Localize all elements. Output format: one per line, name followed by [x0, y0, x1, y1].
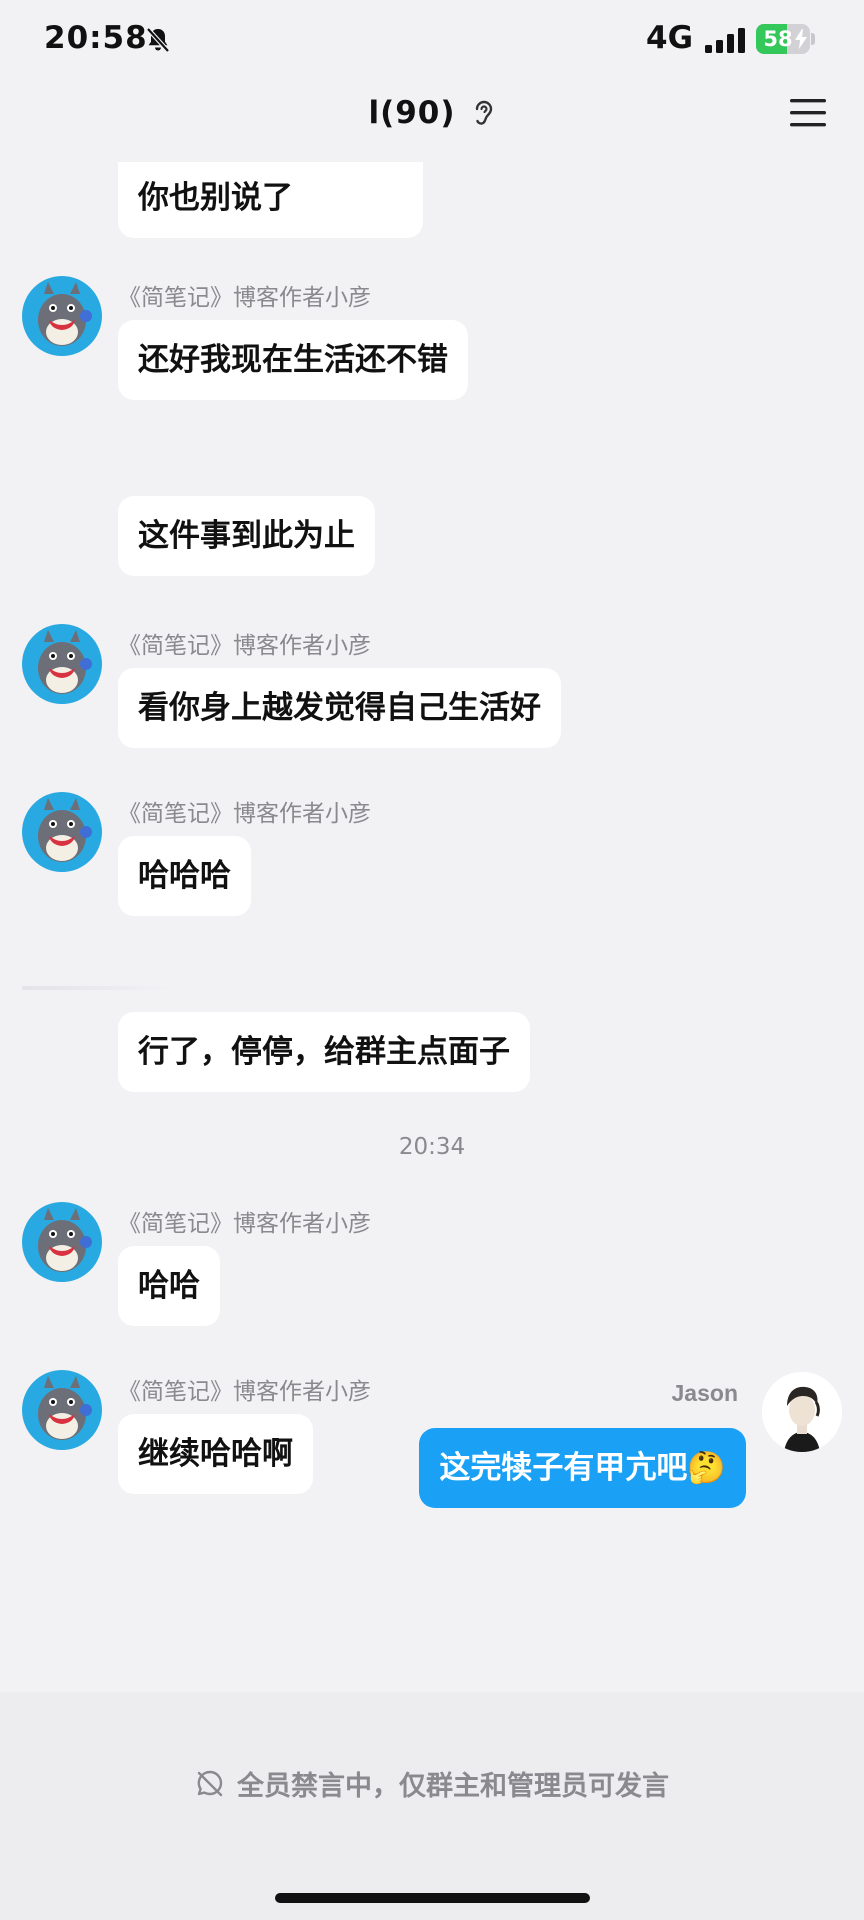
person-avatar-icon: [762, 1372, 842, 1452]
message-bubble[interactable]: 继续哈哈啊: [118, 1414, 313, 1494]
status-bar: 20:58 4G 58: [0, 0, 864, 80]
battery-icon: 58: [756, 24, 810, 54]
input-area: 全员禁言中，仅群主和管理员可发言: [0, 1692, 864, 1920]
avatar[interactable]: [22, 1370, 102, 1450]
message-bubble[interactable]: 行了，停停，给群主点面子: [118, 1012, 530, 1092]
avatar[interactable]: [22, 1202, 102, 1282]
sender-name: 《简笔记》博客作者小彦: [118, 1211, 371, 1237]
my-avatar[interactable]: [762, 1372, 842, 1452]
message-bubble[interactable]: 看你身上越发觉得自己生活好: [118, 668, 561, 748]
my-sender-name: Jason: [671, 1380, 738, 1406]
message-bubble[interactable]: 哈哈: [118, 1246, 220, 1326]
sender-name: 《简笔记》博客作者小彦: [118, 285, 371, 311]
status-time: 20:58: [44, 20, 148, 56]
network-type: 4G: [646, 20, 694, 56]
message-bubble[interactable]: 你也别说了: [118, 162, 423, 238]
message-bubble[interactable]: 哈哈哈: [118, 836, 251, 916]
sender-name: 《简笔记》博客作者小彦: [118, 1379, 371, 1405]
menu-icon[interactable]: [788, 96, 828, 130]
message-bubble[interactable]: 这件事到此为止: [118, 496, 375, 576]
avatar[interactable]: [22, 276, 102, 356]
battery-level: 58: [763, 27, 793, 51]
signal-icon: [705, 28, 745, 53]
home-indicator[interactable]: [275, 1893, 590, 1903]
message-bubble[interactable]: 还好我现在生活还不错: [118, 320, 468, 400]
charging-bolt-icon: [795, 29, 807, 49]
sender-name: 《简笔记》博客作者小彦: [118, 801, 371, 827]
mute-notice: 全员禁言中，仅群主和管理员可发言: [237, 1771, 669, 1802]
time-divider: 20:34: [398, 1134, 466, 1160]
bell-off-icon: [146, 27, 170, 53]
faded-divider: [22, 986, 172, 990]
chat-title[interactable]: l(90): [368, 95, 455, 131]
ear-icon[interactable]: [472, 97, 496, 129]
mute-disabled-icon: [197, 1770, 223, 1796]
chat-header: l(90): [0, 80, 864, 162]
avatar[interactable]: [22, 792, 102, 872]
avatar[interactable]: [22, 624, 102, 704]
my-message-bubble[interactable]: 这完犊子有甲亢吧🤔: [419, 1428, 746, 1508]
battery-cap: [811, 33, 815, 45]
sender-name: 《简笔记》博客作者小彦: [118, 633, 371, 659]
